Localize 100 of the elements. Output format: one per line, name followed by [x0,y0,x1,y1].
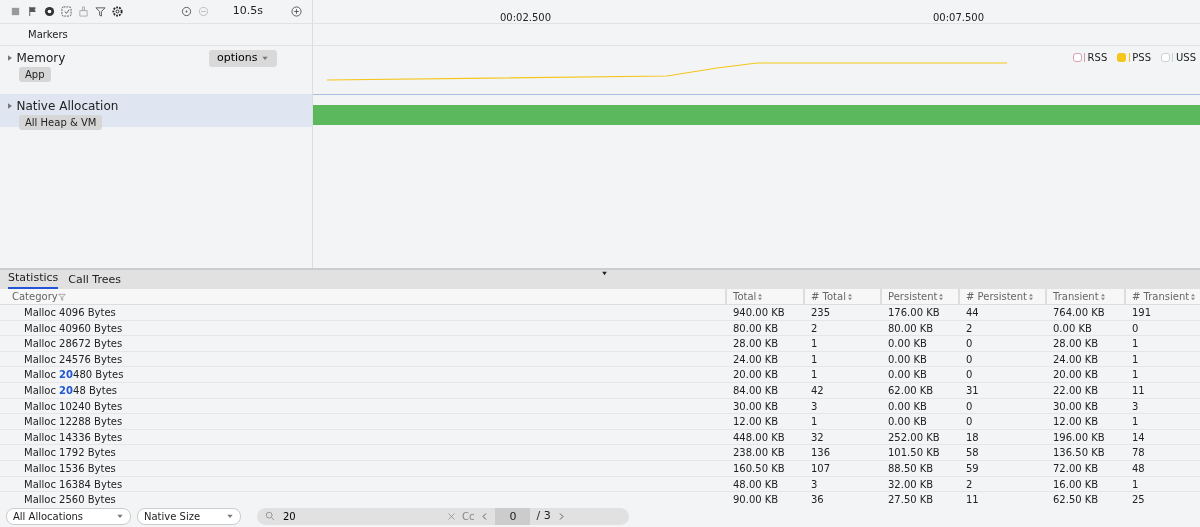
table-cell: 28.00 KB [725,336,803,352]
table-cell: 59 [958,460,1045,477]
legend-checkbox[interactable] [1072,53,1082,62]
size-filter-dropdown[interactable]: Native Size [137,507,241,525]
table-cell: 3 [803,398,880,415]
reset-icon[interactable] [180,6,192,17]
match-total: / 3 [536,507,551,524]
match-index-field[interactable]: 0 [495,507,531,525]
table-cell: 448.00 KB [725,429,803,446]
category-cell: Malloc 20480 Bytes [0,367,725,383]
table-cell: 238.00 KB [725,445,803,461]
table-cell: 2 [958,320,1045,337]
stop-icon[interactable] [10,6,21,17]
caret-icon [261,54,269,62]
table-cell: 101.50 KB [880,445,958,461]
track-header[interactable]: Memory App options [0,46,312,94]
duration-label: 10.5s [232,3,263,20]
zoom-in-icon[interactable] [291,6,302,17]
column-header[interactable]: Persistent [880,289,958,305]
column-header[interactable]: Total [725,289,803,305]
table-cell: 3 [803,476,880,493]
table-cell: 48.00 KB [725,476,803,493]
allocation-filter-dropdown[interactable]: All Allocations [6,507,131,525]
capture-icon[interactable] [61,6,72,17]
category-cell: Malloc 1792 Bytes [0,445,725,461]
expand-arrow-icon[interactable] [6,54,14,62]
table-cell: 1 [1124,351,1200,368]
table-cell: 0 [958,414,1045,430]
table-cell: 32.00 KB [880,476,958,493]
table-cell: 14 [1124,429,1200,446]
options-dropdown[interactable]: options [209,50,277,67]
table-cell: 764.00 KB [1045,305,1124,321]
table-cell: 191 [1124,305,1200,321]
flag-icon[interactable] [27,6,38,17]
column-header[interactable]: # Transient [1124,289,1200,305]
column-header[interactable]: # Persistent [958,289,1045,305]
table-cell: 0 [1124,320,1200,337]
table-cell: 42 [803,382,880,399]
table-cell: 48 [1124,460,1200,477]
table-cell: 176.00 KB [880,305,958,321]
collapse-caret-icon[interactable] [601,270,608,277]
caret-icon [116,512,124,520]
table-cell: 44 [958,305,1045,321]
markers-label: Markers [28,28,68,42]
table-cell: 1 [1124,336,1200,352]
table-cell: 0.00 KB [880,398,958,415]
table-cell: 136.50 KB [1045,445,1124,461]
category-cell: Malloc 28672 Bytes [0,336,725,352]
table-cell: 940.00 KB [725,305,803,321]
table-cell: 32 [803,429,880,446]
table-cell: 1 [803,336,880,352]
table-cell: 235 [803,305,880,321]
track-tag: App [19,67,51,82]
table-cell: 2 [803,320,880,337]
table-cell: 30.00 KB [725,398,803,415]
tab[interactable]: Call Trees [68,271,121,289]
table-cell: 0 [958,336,1045,352]
search-input[interactable]: 20 [281,507,441,525]
track-header[interactable]: Native Allocation All Heap & VM [0,94,312,127]
record-icon[interactable] [44,6,55,17]
table-cell: 107 [803,460,880,477]
table-cell: 0 [958,351,1045,368]
table-cell: 0.00 KB [880,367,958,383]
track-tag: All Heap & VM [19,115,103,130]
track-title: Native Allocation [16,98,119,115]
table-cell: 28.00 KB [1045,336,1124,352]
legend-label: RSS [1087,51,1108,65]
table-cell: 84.00 KB [725,382,803,399]
table-cell: 252.00 KB [880,429,958,446]
table-cell: 0.00 KB [880,414,958,430]
table-cell: 0 [958,367,1045,383]
search-field[interactable]: 20 Cc 0 / 3 [257,507,629,525]
table-cell: 58 [958,445,1045,461]
column-header[interactable]: # Total [803,289,880,305]
table-cell: 1 [1124,367,1200,383]
table-cell: 12.00 KB [1045,414,1124,430]
table-cell: 88.50 KB [880,460,958,477]
category-cell: Malloc 1536 Bytes [0,460,725,477]
category-cell: Malloc 10240 Bytes [0,398,725,415]
category-cell: Malloc 2048 Bytes [0,382,725,399]
table-cell: 24.00 KB [725,351,803,368]
table-cell: 1 [803,351,880,368]
category-cell: Malloc 16384 Bytes [0,476,725,493]
category-cell: Malloc 14336 Bytes [0,429,725,446]
column-header[interactable]: Category [0,289,725,305]
column-header[interactable]: Transient [1045,289,1124,305]
table-cell: 0.00 KB [880,351,958,368]
close-icon[interactable] [447,511,456,521]
table-cell: 20.00 KB [1045,367,1124,383]
table-cell: 196.00 KB [1045,429,1124,446]
legend-checkbox[interactable] [1161,53,1170,62]
table-cell: 20.00 KB [725,367,803,383]
time-tick-label: 00:02.500 [500,11,552,25]
table-cell: 1 [1124,476,1200,493]
filter-icon[interactable] [95,6,106,17]
legend-checkbox[interactable] [1117,53,1127,62]
expand-arrow-icon[interactable] [6,102,14,110]
time-tick-label: 00:07.500 [933,11,985,25]
category-cell: Malloc 12288 Bytes [0,414,725,430]
table-cell: 30.00 KB [1045,398,1124,415]
